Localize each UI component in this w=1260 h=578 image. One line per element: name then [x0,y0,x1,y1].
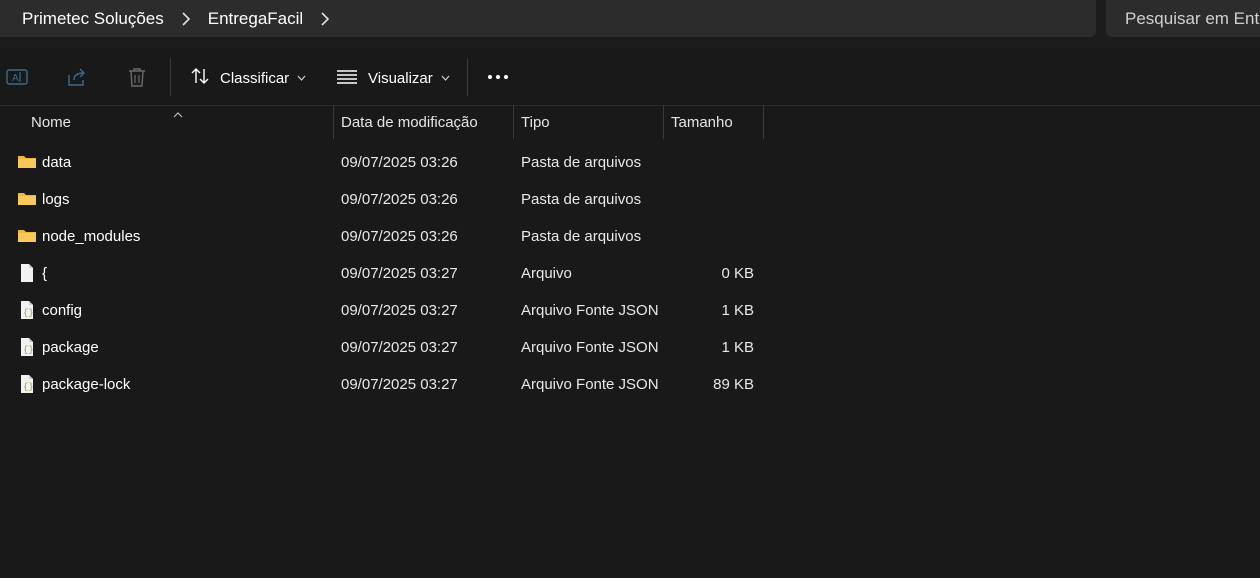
file-name: config [42,302,83,319]
json-file-icon: {} [17,300,37,320]
breadcrumb-item-primetec[interactable]: Primetec Soluções [22,9,164,29]
column-divider[interactable] [333,105,334,139]
file-date: 09/07/2025 03:27 [341,376,458,393]
folder-icon [17,226,37,246]
file-type: Arquivo Fonte JSON [521,376,659,393]
view-icon [336,66,358,90]
file-row[interactable]: node_modules 09/07/2025 03:26 Pasta de a… [0,218,780,255]
file-name: node_modules [42,228,141,245]
json-file-icon: {} [17,374,37,394]
file-date: 09/07/2025 03:26 [341,154,458,171]
file-date: 09/07/2025 03:26 [341,228,458,245]
file-row[interactable]: {} config 09/07/2025 03:27 Arquivo Fonte… [0,292,780,329]
file-name: package [42,339,99,356]
file-row[interactable]: logs 09/07/2025 03:26 Pasta de arquivos [0,181,780,218]
chevron-right-icon[interactable] [303,11,347,26]
file-size [664,144,754,181]
file-name: { [42,265,48,282]
breadcrumb-item-entregafacil[interactable]: EntregaFacil [208,9,303,29]
breadcrumb[interactable]: Primetec Soluções EntregaFacil [0,0,1096,37]
svg-text:A: A [12,73,19,84]
file-size [664,218,754,255]
file-name: data [42,154,72,171]
divider [467,58,468,96]
file-date: 09/07/2025 03:27 [341,339,458,356]
file-type: Pasta de arquivos [521,154,642,171]
file-size: 0 KB [721,265,754,282]
file-list: data 09/07/2025 03:26 Pasta de arquivos … [0,144,1260,403]
file-size: 1 KB [721,339,754,356]
column-header-name[interactable]: Nome [31,105,71,139]
file-date: 09/07/2025 03:26 [341,191,458,208]
file-name: package-lock [42,376,131,393]
chevron-right-icon[interactable] [164,11,208,26]
chevron-down-icon [441,75,450,81]
command-bar: A Classificar Visualizar [0,48,1260,106]
divider [170,58,171,96]
view-button[interactable]: Visualizar [336,66,450,90]
column-divider[interactable] [663,105,664,139]
folder-icon [17,189,37,209]
svg-text:{}: {} [23,382,34,392]
trash-icon[interactable] [126,66,148,88]
column-divider[interactable] [763,105,764,139]
file-name: logs [42,191,70,208]
svg-text:{}: {} [23,308,34,318]
more-options-icon[interactable] [487,66,509,88]
address-bar-area: Primetec Soluções EntregaFacil Pesquisar… [0,0,1260,48]
column-divider[interactable] [513,105,514,139]
column-header-type[interactable]: Tipo [521,105,550,139]
sort-ascending-icon [173,105,183,123]
rename-icon[interactable]: A [6,66,28,88]
view-label: Visualizar [368,69,433,87]
file-row[interactable]: {} package 09/07/2025 03:27 Arquivo Font… [0,329,780,366]
file-type: Arquivo [521,265,572,282]
json-file-icon: {} [17,337,37,357]
sort-button[interactable]: Classificar [190,66,306,90]
search-input[interactable]: Pesquisar em EntregaFacil [1106,0,1260,37]
file-type: Arquivo Fonte JSON [521,339,659,356]
sort-icon [190,66,210,90]
sort-label: Classificar [220,69,290,87]
file-size: 1 KB [721,302,754,319]
file-size: 89 KB [713,376,754,393]
file-type: Arquivo Fonte JSON [521,302,659,319]
file-type: Pasta de arquivos [521,228,642,245]
file-size [664,181,754,218]
column-headers: Nome Data de modificação Tipo Tamanho [0,105,1260,139]
file-row[interactable]: data 09/07/2025 03:26 Pasta de arquivos [0,144,780,181]
file-row[interactable]: {} package-lock 09/07/2025 03:27 Arquivo… [0,366,780,403]
chevron-down-icon [297,75,306,81]
file-type: Pasta de arquivos [521,191,642,208]
folder-icon [17,152,37,172]
file-row[interactable]: { 09/07/2025 03:27 Arquivo 0 KB [0,255,780,292]
file-date: 09/07/2025 03:27 [341,265,458,282]
column-header-size[interactable]: Tamanho [671,105,733,139]
column-header-date[interactable]: Data de modificação [341,105,478,139]
file-icon [17,263,37,283]
svg-text:{}: {} [23,345,34,355]
share-icon[interactable] [66,66,88,88]
file-date: 09/07/2025 03:27 [341,302,458,319]
search-placeholder: Pesquisar em EntregaFacil [1125,8,1260,28]
